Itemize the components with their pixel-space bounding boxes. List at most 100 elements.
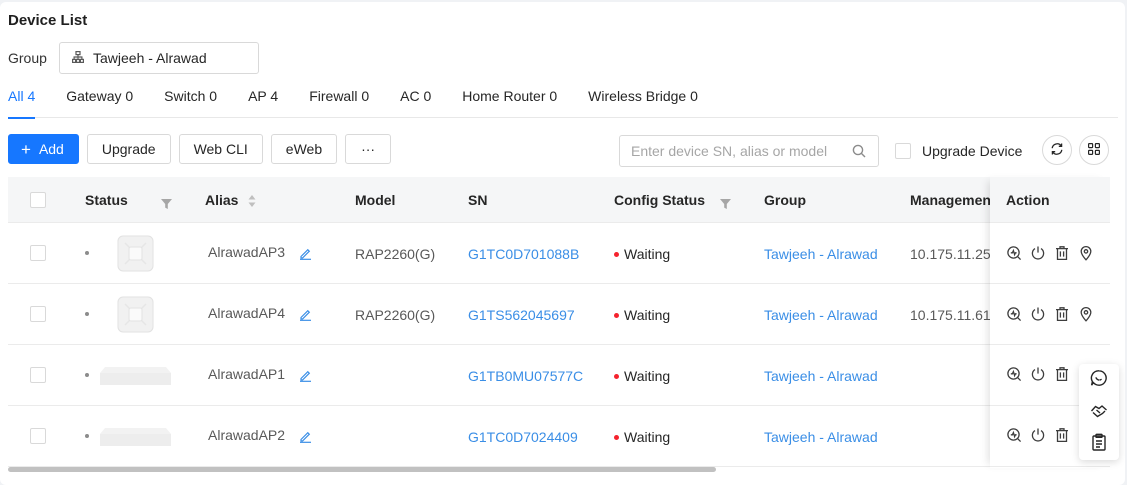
tab-home-router[interactable]: Home Router 0 (462, 88, 557, 118)
table-header: Status Alias Model SN Config Status Grou… (8, 177, 1110, 223)
diagnose-icon[interactable] (1006, 366, 1022, 382)
row-checkbox[interactable] (30, 428, 46, 444)
row-checkbox[interactable] (30, 367, 46, 383)
group-link[interactable]: Tawjeeh - Alrawad (764, 246, 878, 262)
device-table: Status Alias Model SN Config Status Grou… (8, 177, 1110, 468)
alias-value: AlrawadAP3 (208, 244, 286, 260)
status-indicator (614, 312, 619, 318)
delete-icon[interactable] (1054, 306, 1070, 322)
config-status: Waiting (614, 246, 670, 262)
device-image (117, 235, 154, 275)
tab-gateway[interactable]: Gateway 0 (66, 88, 133, 118)
edit-icon[interactable] (299, 308, 312, 324)
toolbar: + Add Upgrade Web CLI eWeb ··· (8, 134, 392, 166)
device-image (117, 296, 154, 336)
chat-icon[interactable] (1090, 369, 1108, 390)
power-icon[interactable] (1030, 366, 1046, 382)
table-row[interactable]: AlrawadAP4 RAP2260(G) G1TS562045697 Wait… (8, 284, 1110, 345)
sn-link[interactable]: G1TB0MU07577C (468, 368, 583, 384)
location-icon[interactable] (1078, 306, 1094, 322)
plus-icon: + (21, 139, 31, 159)
tab-firewall[interactable]: Firewall 0 (309, 88, 369, 118)
upgrade-device-checkbox[interactable] (895, 143, 911, 159)
more-button[interactable]: ··· (345, 134, 392, 164)
action-cell (990, 223, 1110, 284)
location-icon[interactable] (1078, 245, 1094, 261)
management-ip: 10.175.11.61 (910, 307, 990, 323)
group-link[interactable]: Tawjeeh - Alrawad (764, 307, 878, 323)
tab-all[interactable]: All 4 (8, 88, 36, 119)
sn-link[interactable]: G1TS562045697 (468, 307, 575, 323)
table-row[interactable]: AlrawadAP2 G1TC0D7024409 Waiting Tawjeeh… (8, 406, 1110, 467)
web-cli-button[interactable]: Web CLI (178, 134, 263, 164)
device-search (619, 135, 879, 167)
config-status: Waiting (614, 307, 670, 323)
edit-icon[interactable] (299, 247, 312, 263)
status-dot (85, 312, 89, 316)
upgrade-device-label: Upgrade Device (922, 143, 1023, 159)
delete-icon[interactable] (1054, 245, 1070, 261)
column-sn: SN (468, 192, 488, 208)
status-indicator (614, 251, 619, 257)
column-alias[interactable]: Alias (205, 192, 238, 208)
column-model: Model (355, 192, 396, 208)
filter-icon[interactable] (161, 196, 172, 212)
group-link[interactable]: Tawjeeh - Alrawad (764, 368, 878, 384)
group-selector[interactable]: Tawjeeh - Alrawad (59, 42, 259, 74)
column-management: Managemen (910, 192, 990, 208)
management-ip: 10.175.11.25 (910, 246, 990, 262)
edit-icon[interactable] (299, 430, 312, 446)
handshake-icon[interactable] (1090, 401, 1108, 422)
alias-value: AlrawadAP1 (208, 366, 286, 382)
table-row[interactable]: AlrawadAP1 G1TB0MU07577C Waiting Tawjeeh… (8, 345, 1110, 406)
column-config-status[interactable]: Config Status (614, 192, 705, 208)
eweb-button[interactable]: eWeb (270, 134, 338, 164)
device-image (99, 365, 172, 390)
status-indicator (614, 434, 619, 440)
group-selector-value: Tawjeeh - Alrawad (93, 50, 207, 66)
delete-icon[interactable] (1054, 366, 1070, 382)
diagnose-icon[interactable] (1006, 427, 1022, 443)
tab-wireless-bridge[interactable]: Wireless Bridge 0 (588, 88, 698, 118)
tab-ap[interactable]: AP 4 (248, 88, 278, 118)
group-label: Group (8, 50, 47, 66)
row-checkbox[interactable] (30, 245, 46, 261)
refresh-button[interactable] (1042, 135, 1072, 165)
status-indicator (614, 373, 619, 379)
sort-icon[interactable] (248, 194, 256, 211)
filter-icon[interactable] (720, 196, 731, 212)
search-icon[interactable] (852, 144, 866, 161)
power-icon[interactable] (1030, 427, 1046, 443)
tab-switch[interactable]: Switch 0 (164, 88, 217, 118)
search-input[interactable] (620, 136, 840, 166)
alias-value: AlrawadAP4 (208, 305, 286, 321)
diagnose-icon[interactable] (1006, 245, 1022, 261)
horizontal-scrollbar[interactable] (8, 467, 716, 472)
action-cell (990, 284, 1110, 345)
power-icon[interactable] (1030, 245, 1046, 261)
device-list-panel: Device List Group Tawjeeh - Alrawad All … (0, 2, 1125, 485)
refresh-icon (1050, 142, 1064, 159)
add-button[interactable]: + Add (8, 134, 79, 164)
add-button-label: Add (38, 141, 64, 157)
sn-link[interactable]: G1TC0D701088B (468, 246, 579, 262)
model-value: RAP2260(G) (355, 246, 436, 262)
power-icon[interactable] (1030, 306, 1046, 322)
sn-link[interactable]: G1TC0D7024409 (468, 429, 578, 445)
clipboard-icon[interactable] (1090, 433, 1108, 454)
edit-icon[interactable] (299, 369, 312, 385)
diagnose-icon[interactable] (1006, 306, 1022, 322)
row-checkbox[interactable] (30, 306, 46, 322)
device-image (99, 426, 172, 451)
alias-value: AlrawadAP2 (208, 427, 286, 443)
select-all-checkbox[interactable] (30, 192, 46, 208)
table-row[interactable]: AlrawadAP3 RAP2260(G) G1TC0D701088B Wait… (8, 223, 1110, 284)
upgrade-button[interactable]: Upgrade (86, 134, 171, 164)
column-settings-button[interactable] (1079, 135, 1109, 165)
column-status[interactable]: Status (85, 192, 128, 208)
group-link[interactable]: Tawjeeh - Alrawad (764, 429, 878, 445)
status-dot (85, 373, 89, 377)
tab-ac[interactable]: AC 0 (400, 88, 431, 118)
delete-icon[interactable] (1054, 427, 1070, 443)
column-action: Action (1006, 192, 1050, 208)
